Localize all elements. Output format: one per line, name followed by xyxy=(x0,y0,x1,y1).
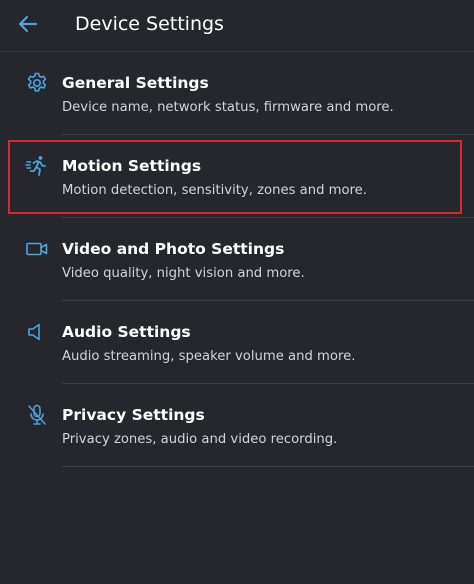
arrow-left-icon xyxy=(18,15,38,33)
settings-list: General Settings Device name, network st… xyxy=(0,52,474,467)
gear-icon xyxy=(24,71,50,95)
running-person-icon xyxy=(24,154,50,178)
settings-item-description: Motion detection, sensitivity, zones and… xyxy=(62,183,367,198)
settings-item-label: Audio Settings xyxy=(62,323,191,341)
settings-item-label: Motion Settings xyxy=(62,157,202,175)
divider xyxy=(62,466,474,467)
video-camera-icon xyxy=(24,237,50,261)
settings-item-general[interactable]: General Settings Device name, network st… xyxy=(0,52,474,135)
settings-item-label: Privacy Settings xyxy=(62,406,205,424)
settings-item-label: General Settings xyxy=(62,74,209,92)
back-button[interactable] xyxy=(14,10,42,38)
settings-item-video-photo[interactable]: Video and Photo Settings Video quality, … xyxy=(0,218,474,301)
header-bar: Device Settings xyxy=(0,0,474,52)
settings-item-description: Audio streaming, speaker volume and more… xyxy=(62,349,356,364)
settings-item-description: Device name, network status, firmware an… xyxy=(62,100,394,115)
settings-item-privacy[interactable]: Privacy Settings Privacy zones, audio an… xyxy=(0,384,474,467)
settings-item-motion[interactable]: Motion Settings Motion detection, sensit… xyxy=(0,135,474,218)
page-title: Device Settings xyxy=(75,13,224,35)
settings-item-description: Privacy zones, audio and video recording… xyxy=(62,432,338,447)
speaker-icon xyxy=(24,320,50,344)
settings-item-label: Video and Photo Settings xyxy=(62,240,285,258)
settings-item-audio[interactable]: Audio Settings Audio streaming, speaker … xyxy=(0,301,474,384)
settings-item-description: Video quality, night vision and more. xyxy=(62,266,305,281)
mic-off-icon xyxy=(24,403,50,427)
